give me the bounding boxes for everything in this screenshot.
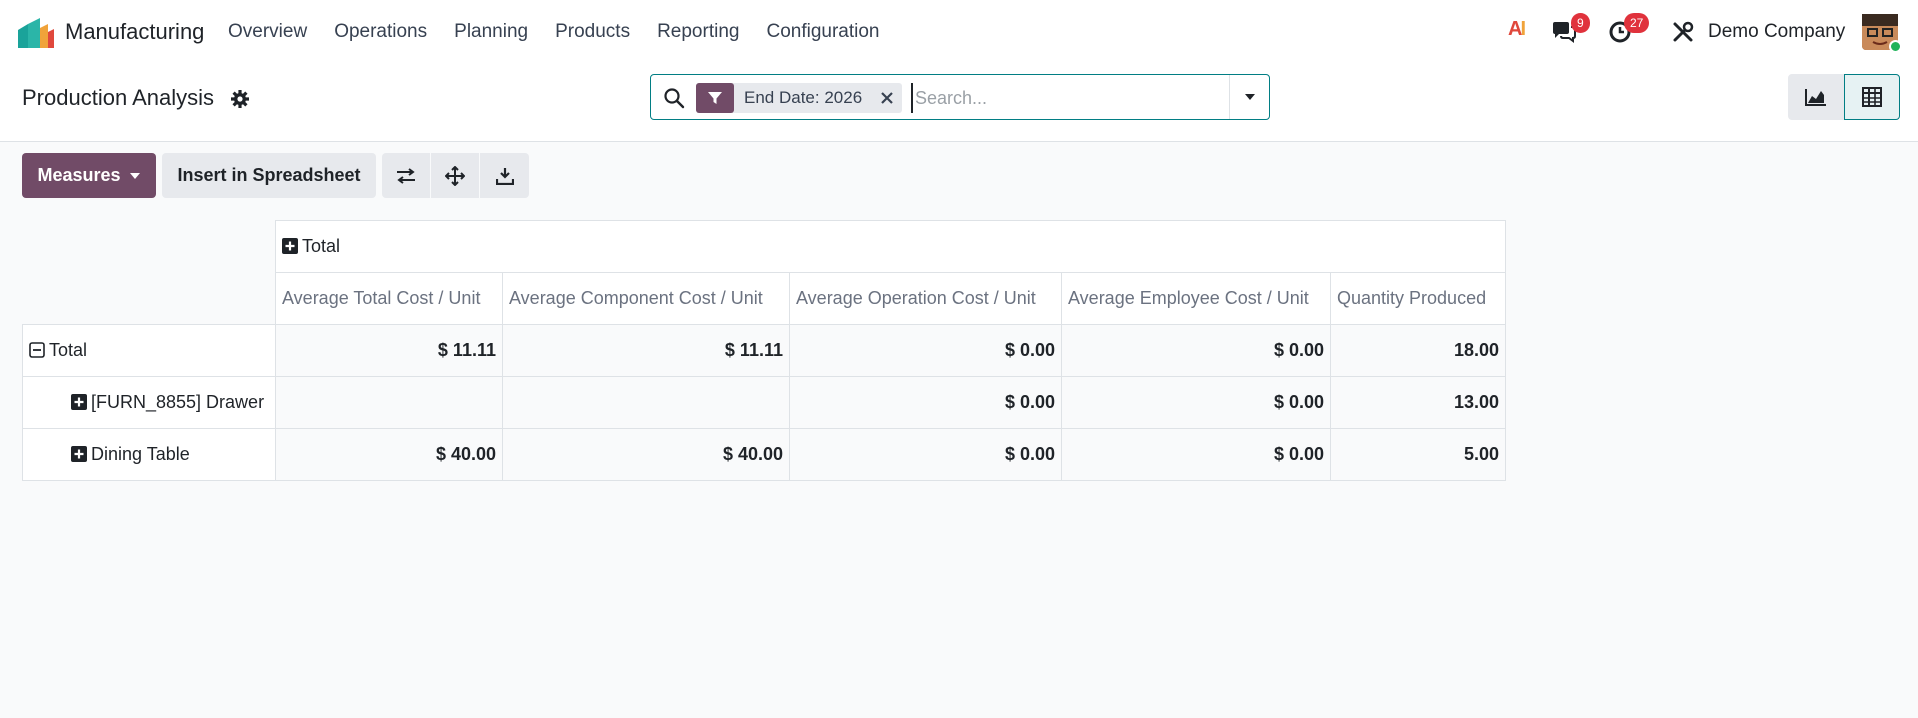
measure-header[interactable]: Quantity Produced [1330,272,1506,325]
row-header-drawer[interactable]: [FURN_8855] Drawer [22,376,276,429]
row-header-label: Dining Table [91,444,190,464]
graph-view-button[interactable] [1788,74,1844,120]
company-switcher[interactable]: Demo Company [1708,21,1845,43]
menu-operations[interactable]: Operations [334,21,427,43]
pivot-cell[interactable]: 18.00 [1330,324,1506,377]
plus-square-icon [71,446,87,462]
flip-axis-button[interactable] [382,153,431,198]
plus-square-icon [71,394,87,410]
measure-header[interactable]: Average Component Cost / Unit [502,272,790,325]
download-xlsx-button[interactable] [480,153,529,198]
pivot-cell[interactable]: $ 0.00 [789,376,1062,429]
search-bar: End Date: 2026 [650,74,1270,120]
plus-square-icon [282,238,298,254]
filter-icon [696,83,734,113]
expand-arrows-icon [445,165,465,186]
measure-header[interactable]: Average Employee Cost / Unit [1061,272,1331,325]
row-header-label: [FURN_8855] Drawer [91,392,265,412]
menu-products[interactable]: Products [555,21,630,43]
pivot-table: Total Average Total Cost / Unit Average … [22,220,1506,481]
measure-header[interactable]: Average Operation Cost / Unit [789,272,1062,325]
menu-planning[interactable]: Planning [454,21,528,43]
pivot-view-button[interactable] [1844,74,1900,120]
table-row: Dining Table $ 40.00 $ 40.00 $ 0.00 $ 0.… [22,428,1506,481]
online-status-dot [1889,40,1902,53]
column-header-total[interactable]: Total [275,220,1506,273]
ai-icon[interactable]: AI [1508,18,1526,41]
table-row: [FURN_8855] Drawer $ 0.00 $ 0.00 13.00 [22,376,1506,429]
pivot-cell[interactable]: $ 11.11 [275,324,503,377]
pivot-cell[interactable]: $ 0.00 [1061,428,1331,481]
row-header-total[interactable]: Total [22,324,276,377]
pivot-cell[interactable]: $ 40.00 [502,428,790,481]
pivot-cell[interactable]: $ 0.00 [789,324,1062,377]
pivot-cell[interactable]: $ 0.00 [1061,324,1331,377]
pivot-cell[interactable]: 13.00 [1330,376,1506,429]
menu-reporting[interactable]: Reporting [657,21,739,43]
download-icon [495,167,514,185]
top-navbar: Manufacturing Overview Operations Planni… [0,0,1918,64]
measure-header[interactable]: Average Total Cost / Unit [275,272,503,325]
facet-label: End Date: 2026 [744,88,863,107]
main-menu: Overview Operations Planning Products Re… [228,0,907,64]
debug-tools-icon[interactable] [1671,20,1695,44]
caret-down-icon [1244,94,1255,100]
pivot-corner [23,221,276,273]
control-panel: Production Analysis End Date: 2026 [0,64,1918,142]
area-chart-icon [1805,89,1826,106]
pivot-toolbar: Measures Insert in Spreadsheet [22,153,529,198]
pivot-cell[interactable] [502,376,790,429]
menu-configuration[interactable]: Configuration [766,21,879,43]
remove-facet-close-icon[interactable] [872,83,902,113]
pivot-corner [23,273,276,325]
page-title: Production Analysis [22,85,214,110]
pivot-cell[interactable]: $ 40.00 [275,428,503,481]
search-icon[interactable] [663,87,685,109]
pivot-cell[interactable] [275,376,503,429]
caret-down-icon [129,172,140,179]
insert-in-spreadsheet-button[interactable]: Insert in Spreadsheet [162,153,376,198]
row-header-label: Total [49,340,88,360]
pivot-cell[interactable]: 5.00 [1330,428,1506,481]
view-switcher [1788,74,1900,120]
messages-count-badge: 9 [1571,13,1590,33]
pivot-cell[interactable]: $ 0.00 [1061,376,1331,429]
pivot-table-icon [1862,87,1882,107]
search-options-toggle[interactable] [1229,75,1269,119]
ai-icon-letter: I [1520,18,1525,40]
row-header-dining-table[interactable]: Dining Table [22,428,276,481]
gear-icon[interactable] [230,89,250,109]
pivot-cell[interactable]: $ 0.00 [789,428,1062,481]
app-name[interactable]: Manufacturing [65,19,204,45]
menu-overview[interactable]: Overview [228,21,307,43]
column-header-label: Total [302,236,341,256]
minus-square-icon [29,342,45,358]
flip-axis-icon [397,167,415,184]
manufacturing-app-icon[interactable] [18,18,54,48]
search-input[interactable] [911,83,1211,113]
pivot-actions-group [382,153,529,198]
pivot-cell[interactable]: $ 11.11 [502,324,790,377]
measures-dropdown-button[interactable]: Measures [22,153,156,198]
user-avatar[interactable] [1862,14,1902,53]
table-row: Total $ 11.11 $ 11.11 $ 0.00 $ 0.00 18.0… [22,324,1506,377]
search-facet: End Date: 2026 [696,83,903,113]
activities-count-badge: 27 [1624,13,1650,33]
ai-icon-letter: A [1508,18,1523,40]
expand-all-button[interactable] [431,153,480,198]
measures-label: Measures [37,165,121,185]
